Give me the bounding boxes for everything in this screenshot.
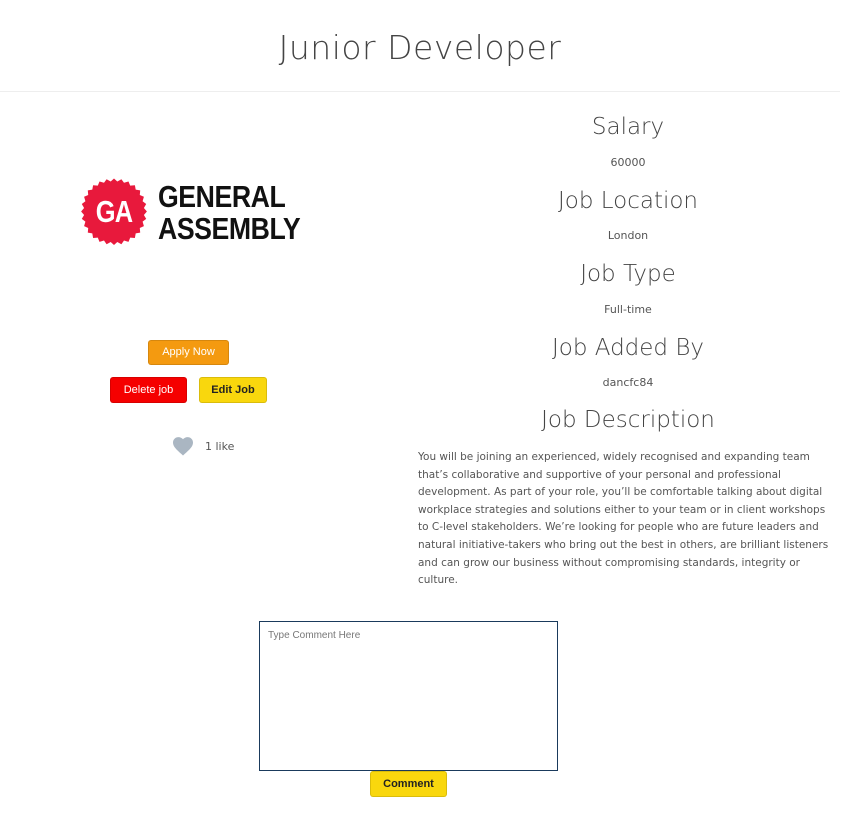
job-type-heading: Job Type <box>580 261 676 287</box>
logo-text-line1: GENERAL <box>158 179 286 214</box>
logo-text-line2: ASSEMBLY <box>158 211 301 246</box>
location-value: London <box>607 229 649 242</box>
logo-mark: GA <box>95 194 133 229</box>
like-count: 1 like <box>205 440 235 453</box>
heart-icon[interactable] <box>172 436 194 456</box>
salary-value: 60000 <box>610 156 646 169</box>
added-by-heading: Job Added By <box>551 335 705 361</box>
edit-job-button[interactable]: Edit Job <box>199 377 267 403</box>
job-actions-panel: GA GENERAL ASSEMBLY Apply Now Delete job… <box>0 92 376 512</box>
added-by-value: dancfc84 <box>602 376 654 389</box>
job-description-text: You will be joining an experienced, wide… <box>418 451 829 587</box>
comment-submit-button[interactable]: Comment <box>370 771 447 797</box>
page-header: Junior Developer <box>0 0 840 92</box>
company-logo: GA GENERAL ASSEMBLY <box>78 176 301 252</box>
salary-heading: Salary <box>591 114 665 140</box>
comment-input[interactable] <box>259 621 558 771</box>
apply-now-button[interactable]: Apply Now <box>148 340 229 365</box>
location-heading: Job Location <box>557 188 699 214</box>
job-type-value: Full-time <box>604 303 652 316</box>
delete-job-button[interactable]: Delete job <box>110 377 187 403</box>
description-heading: Job Description <box>541 407 715 433</box>
page-title: Junior Developer <box>278 28 562 67</box>
